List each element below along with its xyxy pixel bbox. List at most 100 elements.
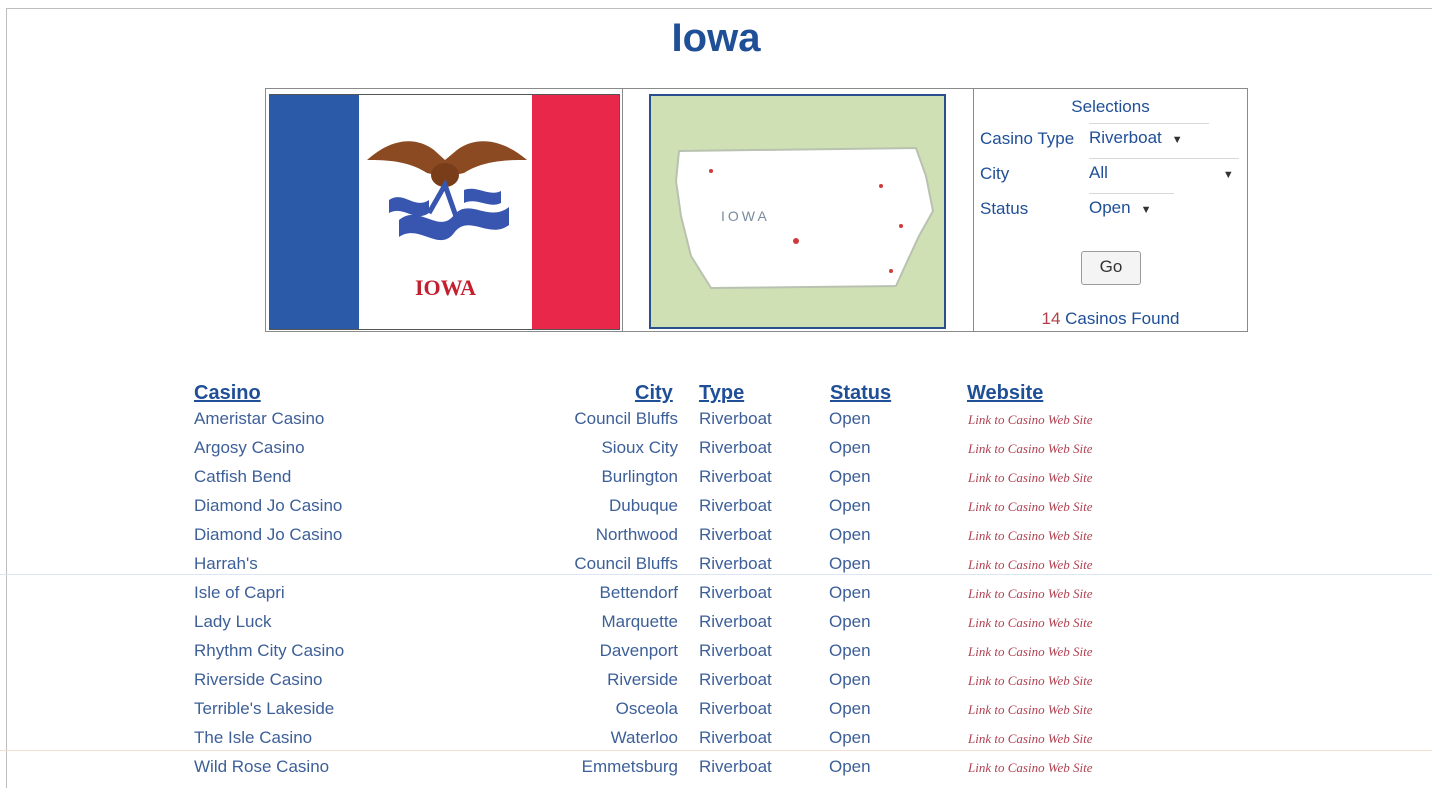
chevron-down-icon: ▼	[1171, 134, 1183, 146]
column-header-status[interactable]: Status	[830, 382, 891, 405]
selections-heading: Selections	[1071, 97, 1150, 116]
city-cell: Davenport	[599, 641, 678, 660]
map-label: IOWA	[721, 208, 770, 224]
website-link[interactable]: Link to Casino Web Site	[968, 586, 1092, 602]
casino-name-cell: The Isle Casino	[194, 728, 313, 747]
casino-name-cell: Rhythm City Casino	[194, 641, 345, 660]
status-select[interactable]: Open ▼	[1089, 193, 1174, 218]
flag-blue-stripe	[270, 95, 359, 329]
status-label: Status	[980, 199, 1029, 218]
website-link[interactable]: Link to Casino Web Site	[968, 528, 1092, 544]
flag-text: IOWA	[414, 275, 477, 300]
casino-name-cell: Diamond Jo Casino	[194, 496, 343, 515]
casino-name-cell: Terrible's Lakeside	[194, 699, 335, 718]
table-row: Terrible's Lakeside Osceola Riverboat Open L…	[0, 699, 1432, 728]
casino-name-cell: Argosy Casino	[194, 438, 305, 457]
casino-name-cell: Harrah's	[194, 554, 258, 573]
status-cell: Open	[829, 496, 871, 515]
table-row: Harrah's Council Bluffs Riverboat Open Link …	[0, 554, 1432, 583]
casino-name-cell: Ameristar Casino	[194, 409, 325, 428]
type-cell: Riverboat	[699, 525, 772, 544]
chevron-down-icon: ▼	[1140, 204, 1152, 216]
casino-type-value: Riverboat	[1089, 128, 1162, 147]
eagle-icon	[367, 141, 527, 241]
flag-red-stripe	[532, 95, 619, 329]
city-select[interactable]: All ▼	[1089, 158, 1239, 183]
status-cell: Open	[829, 438, 871, 457]
type-cell: Riverboat	[699, 641, 772, 660]
city-cell: Dubuque	[608, 496, 678, 515]
type-cell: Riverboat	[699, 728, 772, 747]
type-cell: Riverboat	[699, 409, 772, 428]
website-link[interactable]: Link to Casino Web Site	[968, 557, 1092, 573]
type-cell: Riverboat	[699, 554, 772, 573]
casino-name-cell: Lady Luck	[194, 612, 272, 631]
type-cell: Riverboat	[699, 670, 772, 689]
divider-line	[0, 574, 1432, 575]
go-button[interactable]: Go	[1081, 251, 1141, 285]
casino-name-cell: Isle of Capri	[194, 583, 285, 602]
website-link[interactable]: Link to Casino Web Site	[968, 760, 1092, 776]
page-title: Iowa	[671, 16, 761, 60]
city-label: City	[980, 164, 1010, 183]
city-cell: Burlington	[601, 467, 678, 486]
column-header-website[interactable]: Website	[967, 382, 1043, 405]
status-cell: Open	[829, 525, 871, 544]
type-cell: Riverboat	[699, 757, 772, 776]
casino-name-cell: Riverside Casino	[194, 670, 323, 689]
table-row: Isle of Capri Bettendorf Riverboat Open Link…	[0, 583, 1432, 612]
type-cell: Riverboat	[699, 583, 772, 602]
city-cell: Bettendorf	[599, 583, 678, 602]
website-link[interactable]: Link to Casino Web Site	[968, 470, 1092, 486]
website-link[interactable]: Link to Casino Web Site	[968, 702, 1092, 718]
casino-name-cell: Wild Rose Casino	[194, 757, 330, 776]
table-row: Wild Rose Casino Emmetsburg Riverboat Open L…	[0, 757, 1432, 786]
status-cell: Open	[829, 583, 871, 602]
casinos-found-suffix: Casinos Found	[1065, 309, 1180, 328]
banner-table: IOWA IOWA Selections Casino Type Riverbo…	[265, 88, 1248, 332]
table-row: Riverside Casino Riverside Riverboat Open Li…	[0, 670, 1432, 699]
table-row: The Isle Casino Waterloo Riverboat Open Link…	[0, 728, 1432, 757]
map-cell: IOWA	[623, 89, 974, 331]
column-header-casino[interactable]: Casino	[194, 382, 261, 405]
casinos-found-text: 14 Casinos Found	[974, 309, 1247, 329]
city-cell: Waterloo	[610, 728, 678, 747]
column-header-city[interactable]: City	[635, 382, 673, 405]
status-cell: Open	[829, 641, 871, 660]
status-cell: Open	[829, 467, 871, 486]
website-link[interactable]: Link to Casino Web Site	[968, 441, 1092, 457]
city-cell: Council Bluffs	[574, 409, 678, 428]
status-cell: Open	[829, 728, 871, 747]
type-cell: Riverboat	[699, 699, 772, 718]
casino-type-select[interactable]: Riverboat ▼	[1089, 123, 1209, 148]
website-link[interactable]: Link to Casino Web Site	[968, 673, 1092, 689]
city-cell: Riverside	[607, 670, 678, 689]
table-row: Catfish Bend Burlington Riverboat Open Link …	[0, 467, 1432, 496]
iowa-outline-shape	[674, 146, 935, 290]
casino-type-label: Casino Type	[980, 129, 1075, 148]
divider-line	[0, 750, 1432, 751]
iowa-map-image: IOWA	[649, 94, 946, 329]
status-cell: Open	[829, 699, 871, 718]
type-cell: Riverboat	[699, 496, 772, 515]
table-row: Ameristar Casino Council Bluffs Riverboat O…	[0, 409, 1432, 438]
casino-name-cell: Catfish Bend	[194, 467, 292, 486]
table-row: Diamond Jo Casino Northwood Riverboat Open L…	[0, 525, 1432, 554]
city-cell: Emmetsburg	[581, 757, 678, 776]
city-value: All	[1089, 163, 1108, 182]
iowa-flag-image: IOWA	[269, 94, 620, 330]
city-cell: Marquette	[601, 612, 678, 631]
status-cell: Open	[829, 757, 871, 776]
website-link[interactable]: Link to Casino Web Site	[968, 731, 1092, 747]
website-link[interactable]: Link to Casino Web Site	[968, 615, 1092, 631]
website-link[interactable]: Link to Casino Web Site	[968, 499, 1092, 515]
casinos-found-count: 14	[1041, 309, 1061, 328]
status-value: Open	[1089, 198, 1131, 217]
status-cell: Open	[829, 554, 871, 573]
website-link[interactable]: Link to Casino Web Site	[968, 644, 1092, 660]
website-link[interactable]: Link to Casino Web Site	[968, 412, 1092, 428]
column-header-type[interactable]: Type	[699, 382, 744, 405]
status-cell: Open	[829, 612, 871, 631]
city-cell: Sioux City	[601, 438, 678, 457]
type-cell: Riverboat	[699, 438, 772, 457]
